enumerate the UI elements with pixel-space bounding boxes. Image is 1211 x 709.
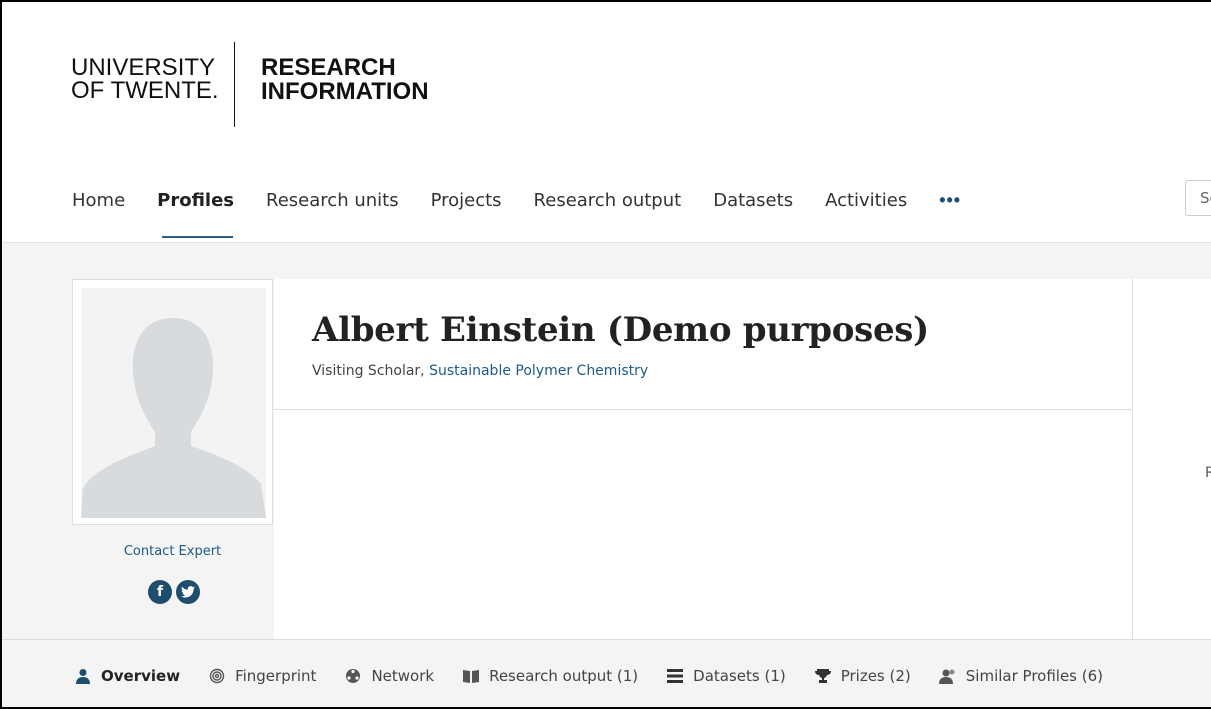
contact-expert-link[interactable]: Contact Expert — [72, 544, 273, 559]
tab-label: Datasets (1) — [693, 667, 786, 685]
tab-fingerprint[interactable]: Fingerprint — [208, 667, 316, 685]
tab-datasets[interactable]: Datasets (1) — [666, 667, 786, 685]
university-logo[interactable]: UNIVERSITY OF TWENTE. — [71, 54, 219, 104]
profile-tabs: Overview Fingerprint Network Research ou… — [74, 667, 1131, 685]
book-icon — [462, 667, 480, 685]
active-nav-indicator — [162, 236, 233, 238]
avatar — [72, 279, 273, 525]
person-icon — [74, 667, 92, 685]
tab-overview[interactable]: Overview — [74, 667, 180, 685]
facebook-glyph: f — [156, 584, 164, 600]
nav-home[interactable]: Home — [72, 190, 125, 211]
tab-similar-profiles[interactable]: Similar Profiles (6) — [938, 667, 1104, 685]
nav-profiles[interactable]: Profiles — [157, 190, 234, 211]
tab-research-output[interactable]: Research output (1) — [462, 667, 638, 685]
tab-label: Prizes (2) — [840, 667, 911, 685]
nav-research-output[interactable]: Research output — [534, 190, 682, 211]
nav-activities[interactable]: Activities — [825, 190, 907, 211]
main-nav: Home Profiles Research units Projects Re… — [72, 185, 961, 215]
logo-line-1: UNIVERSITY — [71, 54, 216, 81]
nav-datasets[interactable]: Datasets — [713, 190, 793, 211]
twitter-bird-glyph — [181, 586, 195, 598]
tab-label: Fingerprint — [235, 667, 317, 685]
portal-logo[interactable]: RESEARCH INFORMATION — [261, 56, 429, 104]
right-panel-text: R — [1205, 465, 1211, 481]
portal-line-2: INFORMATION — [261, 78, 429, 105]
logo-line-2: OF TWENTE. — [71, 77, 219, 104]
network-icon — [344, 667, 362, 685]
tab-label: Network — [371, 667, 435, 685]
search-input[interactable]: Se — [1185, 180, 1211, 216]
nav-more-button[interactable]: ••• — [939, 190, 961, 211]
tab-label: Overview — [101, 667, 181, 685]
profile-name: Albert Einstein (Demo purposes) — [312, 310, 929, 350]
nav-projects[interactable]: Projects — [431, 190, 502, 211]
profile-card-divider — [274, 409, 1132, 410]
similar-profiles-icon — [938, 667, 957, 685]
profile-affiliation: Visiting Scholar, Sustainable Polymer Ch… — [312, 363, 648, 379]
page-frame: UNIVERSITY OF TWENTE. RESEARCH INFORMATI… — [0, 0, 1211, 709]
department-link[interactable]: Sustainable Polymer Chemistry — [429, 363, 648, 379]
portal-line-1: RESEARCH — [261, 54, 396, 81]
twitter-icon[interactable] — [176, 580, 200, 604]
fingerprint-icon — [208, 667, 226, 685]
trophy-icon — [814, 667, 832, 685]
right-panel — [1133, 279, 1211, 639]
nav-research-units[interactable]: Research units — [266, 190, 399, 211]
profile-position: Visiting Scholar, — [312, 363, 430, 379]
tab-prizes[interactable]: Prizes (2) — [814, 667, 911, 685]
logo-divider — [234, 42, 235, 127]
avatar-placeholder — [81, 288, 266, 518]
person-silhouette-icon — [81, 318, 266, 518]
tab-label: Similar Profiles (6) — [965, 667, 1104, 685]
datasets-icon — [666, 667, 684, 685]
tab-label: Research output (1) — [489, 667, 639, 685]
social-links: f — [148, 580, 200, 604]
tab-network[interactable]: Network — [344, 667, 434, 685]
facebook-icon[interactable]: f — [148, 580, 172, 604]
